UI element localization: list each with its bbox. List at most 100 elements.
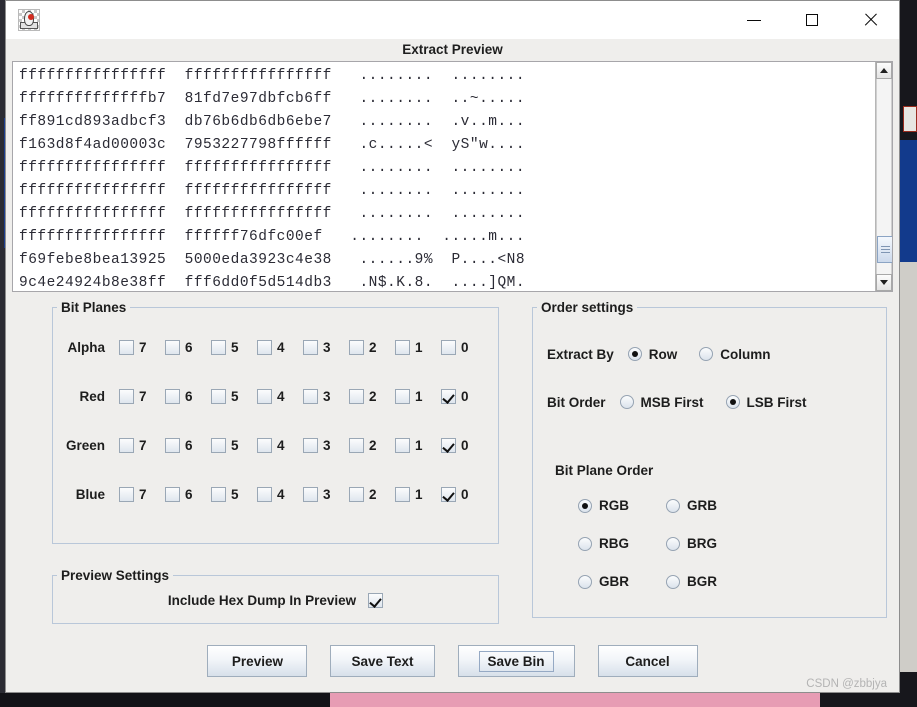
checkbox-icon[interactable] [165,340,180,355]
bit-checkbox-green-1[interactable]: 1 [395,438,441,453]
checkbox-icon[interactable] [349,487,364,502]
checkbox-icon[interactable] [303,438,318,453]
checkbox-icon[interactable] [303,487,318,502]
radio-icon[interactable] [666,536,680,551]
checkbox-icon[interactable] [119,340,134,355]
checkbox-icon[interactable] [165,389,180,404]
radio-icon[interactable] [666,574,680,589]
radio-bit-plane-order-gbr[interactable]: GBR [578,574,666,589]
minimize-button[interactable] [725,1,783,39]
checkbox-icon[interactable] [441,340,456,355]
scrollbar-track[interactable] [876,79,892,274]
bit-checkbox-alpha-2[interactable]: 2 [349,340,395,355]
bit-checkbox-alpha-1[interactable]: 1 [395,340,441,355]
bit-checkbox-blue-3[interactable]: 3 [303,487,349,502]
scrollbar-thumb[interactable] [877,236,892,263]
maximize-button[interactable] [783,1,841,39]
bit-checkbox-alpha-5[interactable]: 5 [211,340,257,355]
checkbox-icon[interactable] [395,389,410,404]
radio-icon[interactable] [619,395,634,409]
bit-checkbox-green-0[interactable]: 0 [441,438,487,453]
radio-icon[interactable] [627,347,642,361]
bit-checkbox-red-4[interactable]: 4 [257,389,303,404]
radio-icon[interactable] [725,395,740,409]
bit-checkbox-blue-6[interactable]: 6 [165,487,211,502]
bit-checkbox-red-3[interactable]: 3 [303,389,349,404]
checkbox-icon[interactable] [165,438,180,453]
radio-bit-plane-order-brg[interactable]: BRG [666,536,886,551]
bit-checkbox-green-4[interactable]: 4 [257,438,303,453]
radio-icon[interactable] [699,347,714,361]
radio-icon[interactable] [578,498,592,513]
bit-checkbox-red-1[interactable]: 1 [395,389,441,404]
vertical-scrollbar[interactable] [875,62,892,291]
checkbox-icon[interactable] [349,389,364,404]
bit-checkbox-red-7[interactable]: 7 [119,389,165,404]
checkbox-icon[interactable] [119,487,134,502]
bit-checkbox-blue-2[interactable]: 2 [349,487,395,502]
checkbox-icon[interactable] [257,438,272,453]
checkbox-icon[interactable] [211,438,226,453]
checkbox-icon[interactable] [441,438,456,453]
checkbox-icon[interactable] [257,340,272,355]
radio-icon[interactable] [578,574,592,589]
checkbox-icon[interactable] [441,487,456,502]
window-titlebar[interactable] [6,1,899,39]
bit-checkbox-red-2[interactable]: 2 [349,389,395,404]
bit-checkbox-green-2[interactable]: 2 [349,438,395,453]
radio-extract-by-column[interactable]: Column [699,347,771,362]
checkbox-icon[interactable] [395,340,410,355]
checkbox-icon[interactable] [349,340,364,355]
radio-icon[interactable] [666,498,680,513]
bit-checkbox-green-5[interactable]: 5 [211,438,257,453]
bit-checkbox-blue-0[interactable]: 0 [441,487,487,502]
scroll-up-button[interactable] [876,62,892,79]
bit-checkbox-red-6[interactable]: 6 [165,389,211,404]
save-bin-button[interactable]: Save Bin [457,645,575,677]
bit-checkbox-blue-7[interactable]: 7 [119,487,165,502]
radio-bit-order-lsb-first[interactable]: LSB First [725,395,807,410]
checkbox-icon[interactable] [303,389,318,404]
include-hex-dump-checkbox[interactable] [368,592,384,608]
bit-checkbox-green-7[interactable]: 7 [119,438,165,453]
bit-checkbox-green-3[interactable]: 3 [303,438,349,453]
preview-button[interactable]: Preview [207,645,308,677]
close-button[interactable] [841,1,899,39]
checkbox-icon[interactable] [119,438,134,453]
bit-checkbox-blue-4[interactable]: 4 [257,487,303,502]
include-hex-dump-row[interactable]: Include Hex Dump In Preview [53,583,498,617]
hex-dump-text[interactable]: ffffffffffffffff ffffffffffffffff ......… [13,62,875,291]
checkbox-icon[interactable] [395,487,410,502]
checkbox-icon[interactable] [211,487,226,502]
scroll-down-button[interactable] [876,274,892,291]
bit-checkbox-alpha-0[interactable]: 0 [441,340,487,355]
bit-checkbox-red-0[interactable]: 0 [441,389,487,404]
bit-checkbox-alpha-3[interactable]: 3 [303,340,349,355]
checkbox-icon[interactable] [257,389,272,404]
bit-checkbox-alpha-6[interactable]: 6 [165,340,211,355]
radio-bit-plane-order-rbg[interactable]: RBG [578,536,666,551]
bit-checkbox-blue-5[interactable]: 5 [211,487,257,502]
checkbox-icon[interactable] [303,340,318,355]
radio-bit-order-msb-first[interactable]: MSB First [619,395,704,410]
bit-checkbox-green-6[interactable]: 6 [165,438,211,453]
checkbox-icon[interactable] [349,438,364,453]
radio-extract-by-row[interactable]: Row [627,347,677,362]
cancel-button[interactable]: Cancel [597,645,698,677]
checkbox-icon[interactable] [257,487,272,502]
bit-checkbox-alpha-4[interactable]: 4 [257,340,303,355]
checkbox-icon[interactable] [395,438,410,453]
radio-bit-plane-order-rgb[interactable]: RGB [578,498,666,513]
checkbox-icon[interactable] [211,340,226,355]
checkbox-icon[interactable] [119,389,134,404]
bit-checkbox-blue-1[interactable]: 1 [395,487,441,502]
radio-bit-plane-order-grb[interactable]: GRB [666,498,886,513]
checkbox-icon[interactable] [441,389,456,404]
radio-bit-plane-order-bgr[interactable]: BGR [666,574,886,589]
radio-icon[interactable] [578,536,592,551]
checkbox-icon[interactable] [211,389,226,404]
bit-checkbox-alpha-7[interactable]: 7 [119,340,165,355]
checkbox-icon[interactable] [165,487,180,502]
save-text-button[interactable]: Save Text [330,645,435,677]
bit-checkbox-red-5[interactable]: 5 [211,389,257,404]
